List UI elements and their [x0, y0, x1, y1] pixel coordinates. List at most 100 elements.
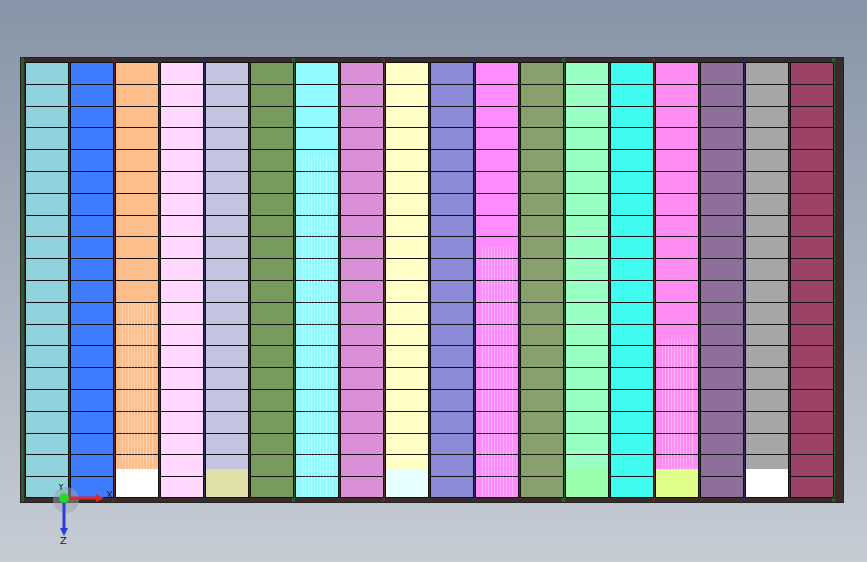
panel-cell [206, 346, 248, 369]
panel-column[interactable] [385, 62, 429, 498]
panel-cell [116, 128, 158, 151]
panel-cell [521, 346, 563, 369]
y-axis-label: Y [57, 484, 65, 493]
panel-cell [71, 150, 113, 172]
panel-cell [746, 237, 788, 260]
panel-cell [701, 107, 743, 129]
panel-cell [251, 259, 293, 281]
panel-cell [656, 237, 698, 260]
panel-column[interactable] [25, 62, 69, 498]
panel-cell [431, 107, 473, 129]
panel-cell [26, 434, 68, 456]
panel-cell [251, 281, 293, 303]
panel-cell [701, 325, 743, 347]
panel-cell [791, 107, 833, 129]
panel-column[interactable] [295, 62, 339, 498]
panel-cell [611, 325, 653, 347]
panel-cell [296, 85, 338, 107]
panel-cell [26, 150, 68, 172]
panel-column[interactable] [340, 62, 384, 498]
panel-cell [26, 455, 68, 478]
panel-cell [251, 63, 293, 85]
panel-cell [566, 128, 608, 151]
panel-cell [71, 455, 113, 478]
panel-column[interactable] [655, 62, 699, 498]
panel-cell [26, 325, 68, 347]
panel-cell [161, 259, 203, 281]
panel-cell [476, 150, 518, 172]
panel-cell [611, 107, 653, 129]
panel-cell [521, 85, 563, 107]
panel-cell [746, 128, 788, 151]
panel-cell [476, 63, 518, 85]
panel-column[interactable] [745, 62, 789, 498]
panel-cell [71, 303, 113, 325]
panel-cell [251, 346, 293, 369]
panel-cell [251, 128, 293, 151]
cad-viewport[interactable]: X Y Z [0, 0, 867, 562]
panel-cell [521, 216, 563, 238]
panel-cell [161, 303, 203, 325]
panel-cell [386, 216, 428, 238]
panel-cell [566, 216, 608, 238]
panel-cell [386, 368, 428, 390]
panel-cell [746, 281, 788, 303]
panel-cell [161, 325, 203, 347]
panel-cell [251, 455, 293, 478]
panel-cell [701, 237, 743, 260]
panel-cell [71, 390, 113, 412]
x-axis-head [96, 494, 104, 502]
panel-cell [791, 216, 833, 238]
panel-cell [431, 259, 473, 281]
panel-cell [26, 237, 68, 260]
panel-column[interactable] [700, 62, 744, 498]
panel-cell [566, 85, 608, 107]
panel-cell [386, 128, 428, 151]
panel-cell [251, 237, 293, 260]
panel-foot [386, 469, 428, 497]
panel-column[interactable] [565, 62, 609, 498]
panel-cell [161, 107, 203, 129]
z-axis-label: Z [60, 536, 67, 544]
panel-foot [746, 469, 788, 497]
panel-cell [386, 412, 428, 434]
panel-cell [206, 412, 248, 434]
panel-column[interactable] [70, 62, 114, 498]
panel-cell [566, 412, 608, 434]
panel-column[interactable] [475, 62, 519, 498]
panel-cell [521, 477, 563, 497]
panel-column[interactable] [115, 62, 159, 498]
panel-column[interactable] [520, 62, 564, 498]
panel-cell [71, 434, 113, 456]
panel-cell [206, 434, 248, 456]
panel-cell [386, 346, 428, 369]
panel-cell [116, 150, 158, 172]
panel-cell [161, 455, 203, 478]
panel-cell [611, 368, 653, 390]
panel-column[interactable] [430, 62, 474, 498]
panel-column[interactable] [250, 62, 294, 498]
panel-cell [746, 346, 788, 369]
panel-cell [611, 477, 653, 497]
panel-cell [26, 128, 68, 151]
panel-column[interactable] [790, 62, 834, 498]
panel-cell [116, 107, 158, 129]
panel-cell [206, 325, 248, 347]
panel-cell [161, 216, 203, 238]
panel-cell [26, 85, 68, 107]
panel-cell [296, 63, 338, 85]
panel-cell [116, 194, 158, 216]
panel-cell [521, 390, 563, 412]
panel-cell [476, 194, 518, 216]
panel-cell [386, 172, 428, 194]
panel-column[interactable] [160, 62, 204, 498]
panel-cell [71, 259, 113, 281]
panel-cell [386, 303, 428, 325]
panel-column[interactable] [610, 62, 654, 498]
panel-cell [791, 194, 833, 216]
panel-cell [611, 63, 653, 85]
panel-cell [251, 477, 293, 497]
panel-cell [341, 216, 383, 238]
panel-column[interactable] [205, 62, 249, 498]
panel-rack-assembly[interactable] [21, 58, 843, 502]
